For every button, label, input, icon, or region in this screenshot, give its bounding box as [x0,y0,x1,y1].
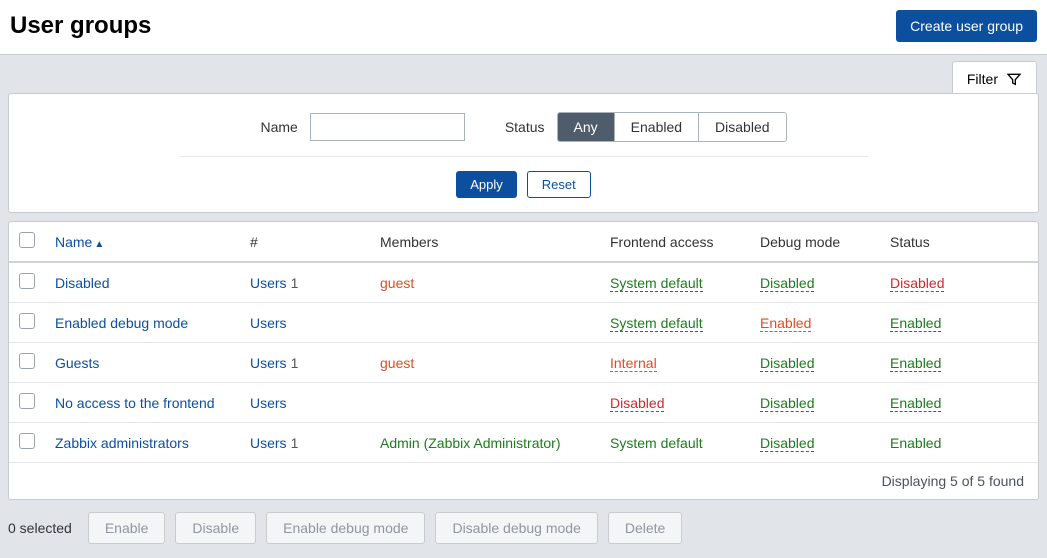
status: Enabled [890,435,941,451]
bulk-delete-button[interactable]: Delete [608,512,682,544]
filter-actions: Apply Reset [9,169,1038,198]
bulk-disable-debug-button[interactable]: Disable debug mode [435,512,597,544]
member-link[interactable]: guest [380,275,414,291]
users-count: 1 [291,275,299,291]
frontend-access[interactable]: System default [610,275,703,292]
member-link[interactable]: guest [380,355,414,371]
table-row: Zabbix administrators Users1 Admin (Zabbix… [9,423,1038,463]
users-link[interactable]: Users [250,275,287,291]
debug-mode[interactable]: Disabled [760,395,814,412]
table-header-row: Name▲ # Members Frontend access Debug mo… [9,222,1038,262]
bulk-enable-button[interactable]: Enable [88,512,166,544]
filter-status-group: Status Any Enabled Disabled [505,112,787,142]
row-checkbox[interactable] [19,433,35,449]
group-name-link[interactable]: No access to the frontend [55,395,215,411]
row-checkbox[interactable] [19,313,35,329]
col-status: Status [880,222,1038,262]
filter-panel: Name Status Any Enabled Disabled Apply R… [8,93,1039,213]
group-name-link[interactable]: Guests [55,355,99,371]
users-count: 1 [291,435,299,451]
table-row: No access to the frontend Users Disabled Di… [9,383,1038,423]
users-link[interactable]: Users [250,355,287,371]
status-option-disabled[interactable]: Disabled [699,113,785,141]
page-title: User groups [10,12,151,40]
users-link[interactable]: Users [250,435,287,451]
content-area: Filter Name Status Any Enabled Disabled … [0,54,1047,558]
sort-asc-icon: ▲ [94,239,104,250]
col-debug: Debug mode [750,222,880,262]
group-name-link[interactable]: Disabled [55,275,109,291]
debug-mode[interactable]: Disabled [760,355,814,372]
frontend-access[interactable]: Internal [610,355,657,372]
bulk-actions: 0 selected Enable Disable Enable debug m… [0,500,1047,558]
page-header: User groups Create user group [0,0,1047,54]
user-groups-table: Name▲ # Members Frontend access Debug mo… [8,221,1039,500]
bulk-enable-debug-button[interactable]: Enable debug mode [266,512,425,544]
group-name-link[interactable]: Zabbix administrators [55,435,189,451]
col-frontend: Frontend access [600,222,750,262]
debug-mode[interactable]: Enabled [760,315,811,332]
select-all-checkbox[interactable] [19,232,35,248]
apply-button[interactable]: Apply [456,171,517,198]
col-members: Members [370,222,600,262]
filter-row: Name Status Any Enabled Disabled [179,112,868,157]
debug-mode[interactable]: Disabled [760,275,814,292]
debug-mode[interactable]: Disabled [760,435,814,452]
status[interactable]: Enabled [890,315,941,332]
status[interactable]: Disabled [890,275,944,292]
table-footer-count: Displaying 5 of 5 found [9,463,1038,499]
filter-tab-label: Filter [967,71,998,87]
row-checkbox[interactable] [19,393,35,409]
group-name-link[interactable]: Enabled debug mode [55,315,188,331]
status-segmented: Any Enabled Disabled [557,112,787,142]
reset-button[interactable]: Reset [527,171,591,198]
frontend-access: System default [610,435,703,451]
table-row: Guests Users1 guest Internal Disabled Enabled [9,343,1038,383]
filter-icon [1006,71,1022,87]
users-link[interactable]: Users [250,315,287,331]
status[interactable]: Enabled [890,395,941,412]
member-link[interactable]: Admin (Zabbix Administrator) [380,435,561,451]
table-row: Enabled debug mode Users System default Ena… [9,303,1038,343]
col-name[interactable]: Name▲ [45,222,240,262]
filter-name-label: Name [260,119,297,135]
users-count: 1 [291,355,299,371]
filter-status-label: Status [505,119,545,135]
frontend-access[interactable]: System default [610,315,703,332]
filter-tab-row: Filter [0,55,1047,93]
users-link[interactable]: Users [250,395,287,411]
row-checkbox[interactable] [19,353,35,369]
frontend-access[interactable]: Disabled [610,395,664,412]
filter-name-group: Name [260,113,464,141]
filter-tab[interactable]: Filter [952,61,1037,93]
col-hash: # [240,222,370,262]
selected-count: 0 selected [8,520,72,536]
table-row: Disabled Users1 guest System default Disable… [9,262,1038,303]
status[interactable]: Enabled [890,355,941,372]
filter-name-input[interactable] [310,113,465,141]
create-user-group-button[interactable]: Create user group [896,10,1037,42]
bulk-disable-button[interactable]: Disable [175,512,256,544]
status-option-enabled[interactable]: Enabled [615,113,699,141]
row-checkbox[interactable] [19,273,35,289]
status-option-any[interactable]: Any [558,113,615,141]
